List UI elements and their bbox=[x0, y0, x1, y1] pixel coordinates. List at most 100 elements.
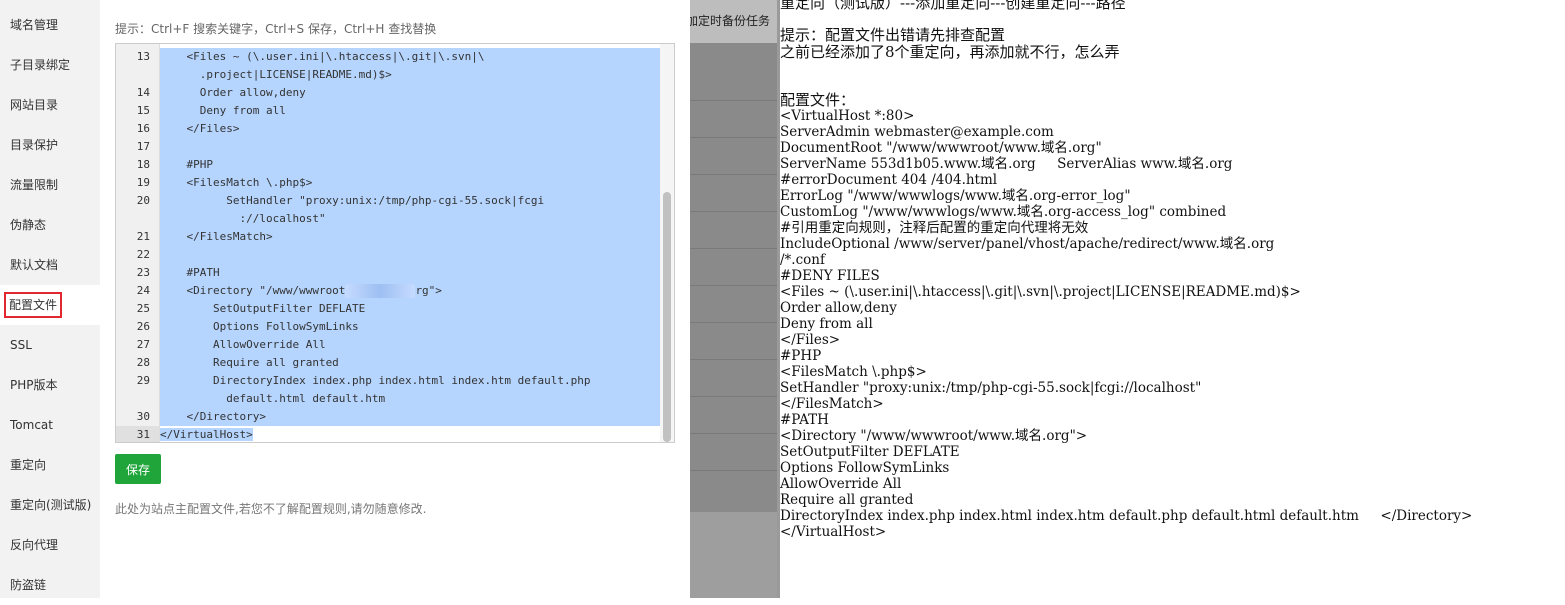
background-row-divider bbox=[690, 211, 777, 212]
sidebar-item-php-version[interactable]: PHP版本 bbox=[0, 365, 100, 405]
line-number bbox=[116, 210, 150, 228]
line-number: 30 bbox=[136, 410, 150, 423]
sidebar-item-rewrite[interactable]: 伪静态 bbox=[0, 205, 100, 245]
text-line: #PHP bbox=[780, 348, 822, 364]
code-line: <Files ~ (\.user.ini|\.htaccess|\.git|\.… bbox=[160, 48, 660, 66]
config-warning-note: 此处为站点主配置文件,若您不了解配置规则,请勿随意修改. bbox=[115, 502, 427, 516]
sidebar-item-default-document[interactable]: 默认文档 bbox=[0, 245, 100, 285]
text-line: <VirtualHost *:80> bbox=[780, 108, 915, 124]
text-line: 配置文件： bbox=[780, 91, 856, 109]
sidebar-item-label: 默认文档 bbox=[10, 258, 59, 272]
background-row-divider bbox=[690, 396, 777, 397]
code-line: </Directory> bbox=[160, 408, 660, 426]
line-number: 16 bbox=[136, 122, 150, 135]
code-line: Require all granted bbox=[160, 354, 660, 372]
text-line: /*.conf bbox=[780, 252, 825, 268]
code-line: </VirtualHost> bbox=[160, 426, 660, 442]
text-line: #errorDocument 404 /404.html bbox=[780, 172, 998, 188]
text-line: ServerName 553d1b05.www.域名.org ServerAli… bbox=[780, 156, 1233, 172]
code-line-text: <Directory "/www/wwwroot bbox=[160, 284, 346, 297]
sidebar-item-directory-protection[interactable]: 目录保护 bbox=[0, 125, 100, 165]
code-line: SetHandler "proxy:unix:/tmp/php-cgi-55.s… bbox=[160, 192, 660, 210]
settings-sidebar: 域名管理 子目录绑定 网站目录 目录保护 流量限制 伪静态 默认文档 配置文件 … bbox=[0, 0, 100, 598]
sidebar-item-label: 重定向(测试版) bbox=[10, 498, 92, 512]
line-number: 22 bbox=[136, 248, 150, 261]
code-line: default.html default.htm bbox=[160, 390, 660, 408]
sidebar-item-label: 网站目录 bbox=[10, 98, 59, 112]
code-line: <FilesMatch \.php$> bbox=[160, 174, 660, 192]
text-line: DocumentRoot "/www/wwwroot/www.域名.org" bbox=[780, 140, 1102, 156]
code-line-directory: <Directory "/www/wwwroot rg"> bbox=[160, 282, 660, 300]
redacted-domain bbox=[345, 284, 416, 298]
text-line: Options FollowSymLinks bbox=[780, 460, 950, 476]
sidebar-item-label: 域名管理 bbox=[10, 18, 59, 32]
text-line: #DENY FILES bbox=[780, 268, 880, 284]
editor-scrollbar[interactable] bbox=[660, 44, 674, 442]
text-line: 重定向（测试版）---添加重定向---创建重定向---路径 bbox=[780, 0, 1126, 12]
background-row-divider bbox=[690, 100, 777, 101]
background-row-divider bbox=[690, 285, 777, 286]
sidebar-item-label: 防盗链 bbox=[10, 578, 47, 592]
sidebar-item-label: 子目录绑定 bbox=[10, 58, 71, 72]
sidebar-item-label: SSL bbox=[10, 338, 32, 352]
sidebar-item-label: PHP版本 bbox=[10, 378, 58, 392]
sidebar-item-redirect-beta[interactable]: 重定向(测试版) bbox=[0, 485, 100, 525]
sidebar-item-reverse-proxy[interactable]: 反向代理 bbox=[0, 525, 100, 565]
sidebar-item-label: 配置文件 bbox=[4, 292, 63, 318]
text-line: <Files ~ (\.user.ini|\.htaccess|\.git|\.… bbox=[780, 284, 1301, 300]
text-line: Deny from all bbox=[780, 316, 873, 332]
scrollbar-thumb[interactable] bbox=[663, 192, 671, 442]
code-line: Order allow,deny bbox=[160, 84, 660, 102]
text-line: SetHandler "proxy:unix:/tmp/php-cgi-55.s… bbox=[780, 380, 1202, 396]
text-line: 之前已经添加了8个重定向，再添加就不行，怎么弄 bbox=[780, 43, 1120, 61]
sidebar-item-label: 目录保护 bbox=[10, 138, 59, 152]
background-partial-text: 加定时备份任务 bbox=[690, 14, 771, 28]
sidebar-item-redirect[interactable]: 重定向 bbox=[0, 445, 100, 485]
line-number: 15 bbox=[136, 104, 150, 117]
line-number: 31 bbox=[116, 426, 159, 442]
line-number: 27 bbox=[136, 338, 150, 351]
text-line: <Directory "/www/wwwroot/www.域名.org"> bbox=[780, 428, 1088, 444]
background-row-divider bbox=[690, 433, 777, 434]
code-line: ://localhost" bbox=[160, 210, 660, 228]
code-line: AllowOverride All bbox=[160, 336, 660, 354]
sidebar-item-domain-management[interactable]: 域名管理 bbox=[0, 5, 100, 45]
text-line: ErrorLog "/www/wwwlogs/www.域名.org-error_… bbox=[780, 188, 1131, 204]
sidebar-item-ssl[interactable]: SSL bbox=[0, 325, 100, 365]
code-line: </FilesMatch> bbox=[160, 228, 660, 246]
config-code-editor[interactable]: 13 14 15 16 17 18 19 20 21 22 23 24 25 2… bbox=[115, 43, 675, 443]
text-line: SetOutputFilter DEFLATE bbox=[780, 444, 960, 460]
text-line: </VirtualHost> bbox=[780, 524, 887, 540]
code-line: .project|LICENSE|README.md)$> bbox=[160, 66, 660, 84]
line-number: 19 bbox=[136, 176, 150, 189]
text-line: <FilesMatch \.php$> bbox=[780, 364, 927, 380]
background-row-divider bbox=[690, 137, 777, 138]
line-number bbox=[116, 66, 150, 84]
text-line: Require all granted bbox=[780, 492, 914, 508]
code-text-area[interactable]: <Files ~ (\.user.ini|\.htaccess|\.git|\.… bbox=[160, 44, 660, 442]
line-number: 21 bbox=[136, 230, 150, 243]
sidebar-item-label: 流量限制 bbox=[10, 178, 59, 192]
code-line-tail: rg"> bbox=[415, 284, 442, 297]
background-header: 加定时备份任务 bbox=[690, 0, 777, 43]
line-number: 28 bbox=[136, 356, 150, 369]
sidebar-item-tomcat[interactable]: Tomcat bbox=[0, 405, 100, 445]
code-line: Deny from all bbox=[160, 102, 660, 120]
line-number bbox=[116, 390, 150, 408]
sidebar-item-hotlink-protection[interactable]: 防盗链 bbox=[0, 565, 100, 605]
line-number: 25 bbox=[136, 302, 150, 315]
sidebar-item-config-file[interactable]: 配置文件 bbox=[0, 285, 100, 325]
config-file-panel: 提示：Ctrl+F 搜索关键字，Ctrl+S 保存，Ctrl+H 查找替换 13… bbox=[100, 0, 690, 598]
code-line: SetOutputFilter DEFLATE bbox=[160, 300, 660, 318]
line-number: 23 bbox=[136, 266, 150, 279]
sidebar-item-subdirectory-binding[interactable]: 子目录绑定 bbox=[0, 45, 100, 85]
editor-shortcut-tip: 提示：Ctrl+F 搜索关键字，Ctrl+S 保存，Ctrl+H 查找替换 bbox=[115, 22, 437, 36]
sidebar-item-traffic-limit[interactable]: 流量限制 bbox=[0, 165, 100, 205]
question-text-pane: 重定向（测试版）---添加重定向---创建重定向---路径 提示：配置文件出错请… bbox=[780, 0, 1565, 598]
dimmed-background-page: 加定时备份任务 bbox=[690, 0, 777, 598]
save-button[interactable]: 保存 bbox=[115, 454, 161, 484]
line-number-gutter: 13 14 15 16 17 18 19 20 21 22 23 24 25 2… bbox=[116, 44, 160, 442]
text-line: </Files> bbox=[780, 332, 841, 348]
sidebar-item-site-directory[interactable]: 网站目录 bbox=[0, 85, 100, 125]
text-line: ServerAdmin webmaster@example.com bbox=[780, 124, 1054, 140]
